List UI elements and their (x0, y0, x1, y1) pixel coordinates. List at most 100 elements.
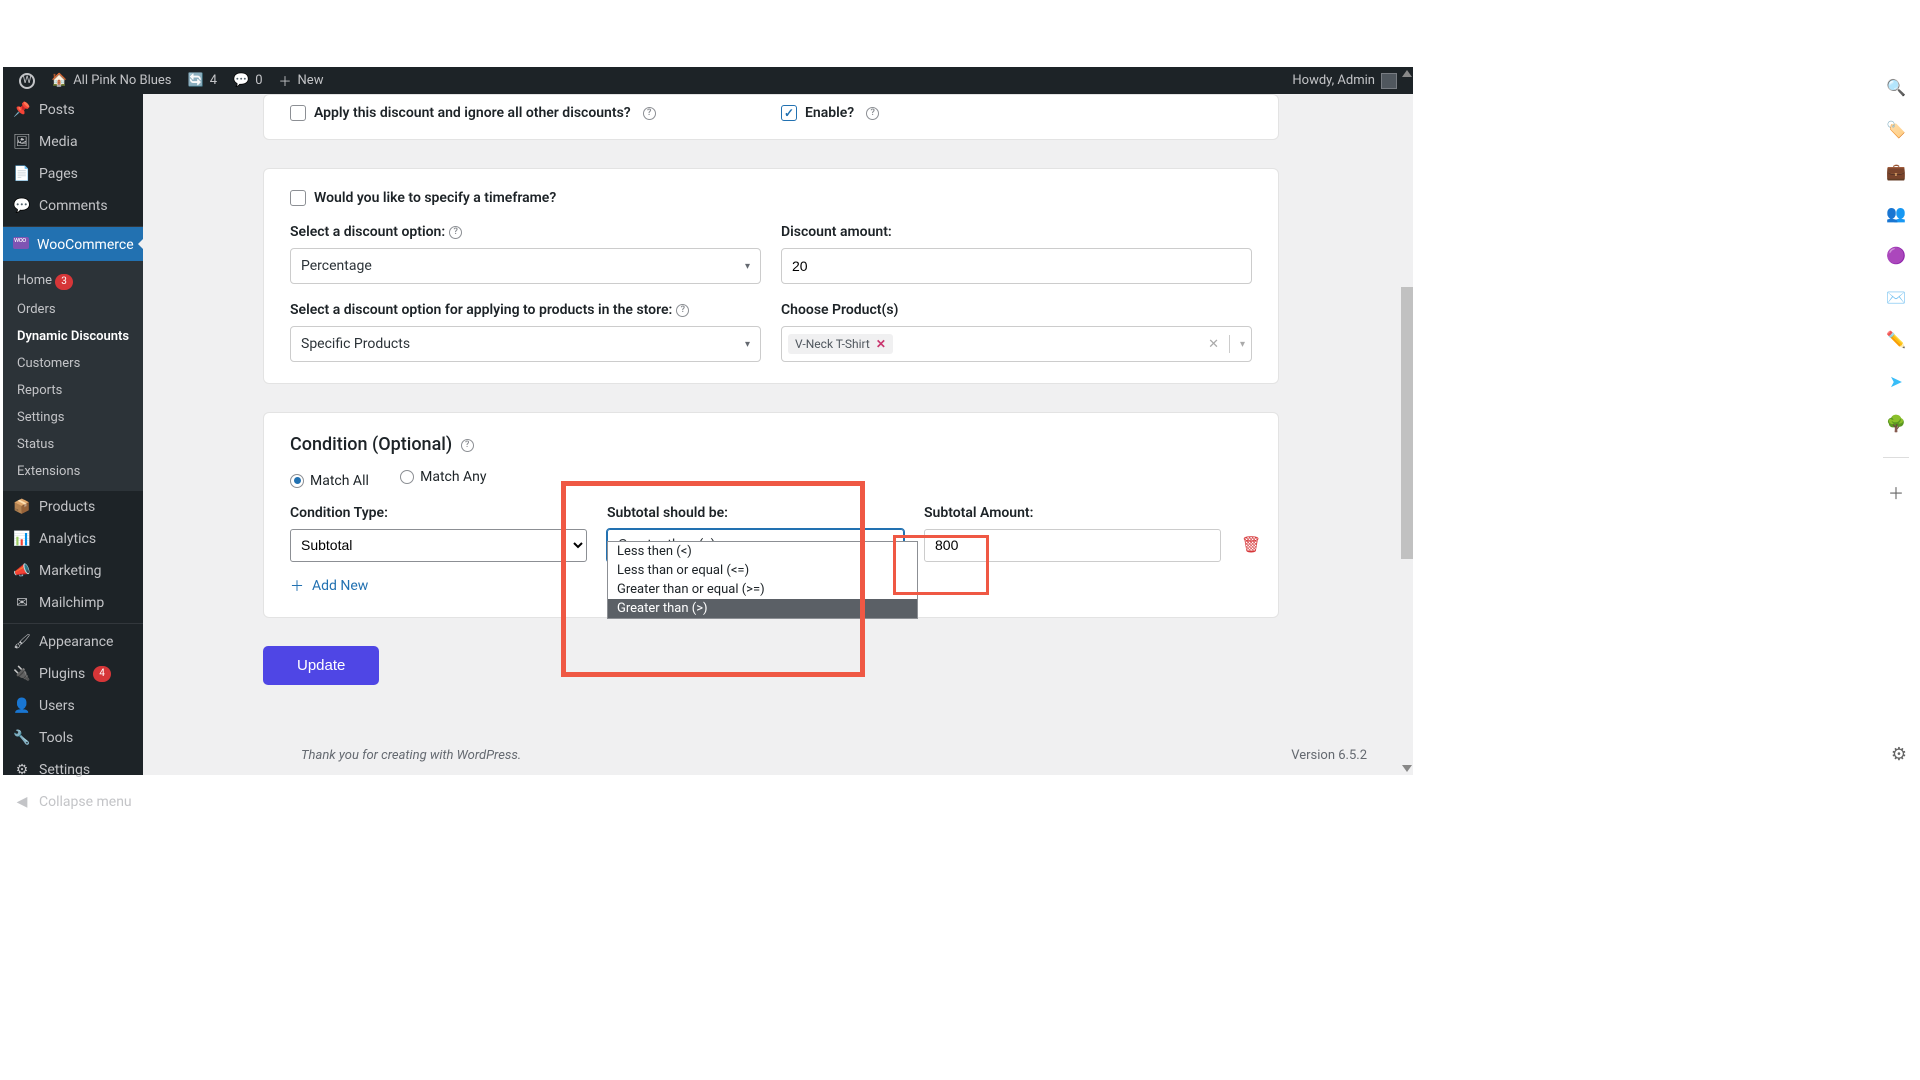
discount-option-label: Select a discount option:? (290, 224, 761, 240)
help-icon[interactable]: ? (449, 226, 462, 239)
scrollbar-up-icon[interactable] (1402, 67, 1412, 77)
add-icon[interactable]: ＋ (1886, 482, 1906, 502)
users-icon: 👤 (13, 698, 31, 714)
discount-amount-input[interactable] (781, 248, 1252, 284)
sidebar-item-woocommerce[interactable]: WooCommerce (3, 226, 143, 261)
condition-type-select[interactable]: Subtotal (290, 529, 587, 562)
sidebar-item-comments[interactable]: 💬Comments (3, 190, 143, 222)
match-all-radio[interactable]: Match All (290, 473, 369, 489)
sidebar-sub-extensions[interactable]: Extensions (3, 458, 143, 485)
radio-on-icon (290, 474, 304, 488)
dropdown-option-lte[interactable]: Less than or equal (<=) (608, 561, 917, 580)
wp-admin-frame: W 🏠All Pink No Blues 🔄4 💬0 ＋New Howdy, A… (3, 67, 1413, 775)
subtotal-be-dropdown: Less then (<) Less than or equal (<=) Gr… (607, 541, 918, 619)
sidebar-sub-settings[interactable]: Settings (3, 404, 143, 431)
apply-scope-value: Specific Products (301, 336, 410, 352)
chip-remove-icon[interactable]: ✕ (876, 337, 886, 351)
delete-condition-button[interactable]: 🗑 (1241, 535, 1261, 562)
apply-scope-select[interactable]: Specific Products ▾ (290, 326, 761, 362)
comment-icon: 💬 (13, 198, 31, 214)
sidebar-sub-customers[interactable]: Customers (3, 350, 143, 377)
timeframe-checkbox[interactable]: Would you like to specify a timeframe? (290, 190, 1252, 206)
dropdown-option-less-than[interactable]: Less then (<) (608, 542, 917, 561)
help-icon[interactable]: ? (866, 107, 879, 120)
howdy-link[interactable]: Howdy, Admin (1284, 67, 1405, 94)
home-badge: 3 (55, 274, 73, 290)
new-link[interactable]: ＋New (271, 67, 332, 94)
choose-products-select[interactable]: V-Neck T-Shirt✕ ✕ ▾ (781, 326, 1252, 362)
sidebar-item-mailchimp[interactable]: ✉Mailchimp (3, 587, 143, 619)
plus-icon: ＋ (290, 576, 304, 596)
subtotal-amount-label: Subtotal Amount: (924, 505, 1221, 521)
dropdown-option-gte[interactable]: Greater than or equal (>=) (608, 580, 917, 599)
briefcase-icon[interactable]: 💼 (1886, 161, 1906, 181)
dropdown-option-greater-than[interactable]: Greater than (>) (608, 599, 917, 618)
sidebar-item-marketing[interactable]: 📣Marketing (3, 555, 143, 587)
page-icon: 📄 (13, 166, 31, 182)
plugins-icon: 🔌 (13, 666, 31, 682)
sidebar-item-appearance[interactable]: 🖌Appearance (3, 623, 143, 658)
sidebar-sub-status[interactable]: Status (3, 431, 143, 458)
refresh-icon: 🔄 (188, 73, 204, 88)
sidebar-item-products[interactable]: 📦Products (3, 491, 143, 523)
enable-checkbox[interactable]: Enable? ? (781, 105, 1252, 121)
avatar (1381, 73, 1397, 89)
copilot-icon[interactable]: 🟣 (1886, 245, 1906, 265)
pencil-icon[interactable]: ✏️ (1886, 329, 1906, 349)
sidebar-item-settings[interactable]: ⚙Settings (3, 754, 143, 786)
product-chip: V-Neck T-Shirt✕ (788, 334, 893, 354)
sidebar-item-tools[interactable]: 🔧Tools (3, 722, 143, 754)
update-button[interactable]: Update (263, 646, 379, 685)
footer-thank: Thank you for creating with WordPress. (301, 748, 521, 763)
send-icon[interactable]: ➤ (1886, 371, 1906, 391)
discount-amount-label: Discount amount: (781, 224, 1252, 240)
right-tool-rail: 🔍 🏷️ 💼 👥 🟣 ✉️ ✏️ ➤ 🌳 ＋ (1872, 67, 1920, 775)
outlook-icon[interactable]: ✉️ (1886, 287, 1906, 307)
people-icon[interactable]: 👥 (1886, 203, 1906, 223)
sidebar-sub-dynamic-discounts[interactable]: Dynamic Discounts (3, 323, 143, 350)
scrollbar-down-icon[interactable] (1402, 765, 1412, 775)
help-icon[interactable]: ? (676, 304, 689, 317)
clear-icon[interactable]: ✕ (1208, 337, 1219, 352)
card-discount-settings: Would you like to specify a timeframe? S… (263, 168, 1279, 384)
updates-link[interactable]: 🔄4 (180, 67, 226, 94)
media-icon: 🖼 (13, 134, 31, 150)
tree-icon[interactable]: 🌳 (1886, 413, 1906, 433)
sidebar-sub-orders[interactable]: Orders (3, 296, 143, 323)
site-link[interactable]: 🏠All Pink No Blues (43, 67, 180, 94)
help-icon[interactable]: ? (643, 107, 656, 120)
home-icon: 🏠 (51, 73, 67, 88)
sidebar-item-plugins[interactable]: 🔌Plugins 4 (3, 658, 143, 690)
sidebar-item-analytics[interactable]: 📊Analytics (3, 523, 143, 555)
help-icon[interactable]: ? (461, 439, 474, 452)
mailchimp-icon: ✉ (13, 595, 31, 611)
discount-option-value: Percentage (301, 258, 372, 274)
footer: Thank you for creating with WordPress. V… (283, 735, 1385, 775)
comments-link[interactable]: 💬0 (225, 67, 271, 94)
sidebar-item-collapse[interactable]: ◀Collapse menu (3, 786, 143, 818)
wp-logo[interactable]: W (11, 67, 43, 94)
scrollbar-thumb[interactable] (1401, 287, 1413, 559)
gear-icon[interactable]: ⚙ (1891, 744, 1907, 765)
condition-title: Condition (Optional) ? (290, 434, 1252, 455)
sidebar-item-pages[interactable]: 📄Pages (3, 158, 143, 190)
sidebar-sub-home[interactable]: Home 3 (3, 267, 143, 296)
sidebar-item-users[interactable]: 👤Users (3, 690, 143, 722)
match-any-radio[interactable]: Match Any (400, 469, 486, 485)
radio-off-icon (400, 470, 414, 484)
sidebar-item-media[interactable]: 🖼Media (3, 126, 143, 158)
chevron-down-icon[interactable]: ▾ (1240, 339, 1245, 350)
chevron-down-icon: ▾ (745, 261, 750, 272)
tag-icon[interactable]: 🏷️ (1886, 119, 1906, 139)
discount-option-select[interactable]: Percentage ▾ (290, 248, 761, 284)
sidebar-sub-reports[interactable]: Reports (3, 377, 143, 404)
sidebar-item-posts[interactable]: 📌Posts (3, 94, 143, 126)
marketing-icon: 📣 (13, 563, 31, 579)
search-icon[interactable]: 🔍 (1886, 77, 1906, 97)
apply-discount-checkbox[interactable]: Apply this discount and ignore all other… (290, 105, 761, 121)
admin-bar: W 🏠All Pink No Blues 🔄4 💬0 ＋New Howdy, A… (3, 67, 1413, 94)
comment-icon: 💬 (233, 73, 249, 88)
subtotal-amount-input[interactable] (924, 529, 1221, 562)
apply-discount-label: Apply this discount and ignore all other… (314, 105, 631, 121)
add-condition-button[interactable]: ＋Add New (290, 576, 368, 596)
